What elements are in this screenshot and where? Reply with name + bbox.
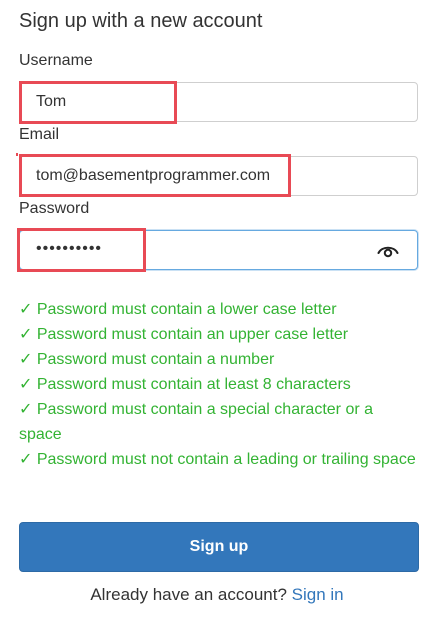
- signin-prompt: Already have an account? Sign in: [0, 585, 434, 605]
- username-label: Username: [19, 52, 93, 69]
- email-field[interactable]: tom@basementprogrammer.com: [19, 156, 418, 196]
- password-field[interactable]: ••••••••••: [19, 230, 418, 270]
- password-rules-list: ✓ Password must contain a lower case let…: [19, 297, 419, 472]
- password-masked-value: ••••••••••: [36, 240, 103, 257]
- highlight-mark: [16, 153, 18, 156]
- password-label: Password: [19, 200, 90, 217]
- password-rule: ✓ Password must contain an upper case le…: [19, 326, 349, 343]
- email-label: Email: [19, 126, 60, 143]
- signup-form: Sign up with a new account Username Tom …: [0, 0, 434, 621]
- password-rule: ✓ Password must contain at least 8 chara…: [19, 376, 351, 393]
- password-rule: ✓ Password must contain a number: [19, 351, 275, 368]
- password-rule: ✓ Password must contain a special charac…: [19, 401, 374, 443]
- sign-in-link[interactable]: Sign in: [292, 585, 344, 604]
- form-title: Sign up with a new account: [19, 10, 263, 32]
- username-field[interactable]: Tom: [19, 82, 418, 122]
- signin-prompt-text: Already have an account?: [90, 585, 292, 604]
- sign-up-button[interactable]: Sign up: [19, 522, 419, 572]
- email-value: tom@basementprogrammer.com: [36, 167, 271, 184]
- password-rule: ✓ Password must contain a lower case let…: [19, 301, 337, 318]
- eye-icon[interactable]: [377, 242, 399, 260]
- username-value: Tom: [36, 93, 67, 110]
- password-rule: ✓ Password must not contain a leading or…: [19, 451, 416, 468]
